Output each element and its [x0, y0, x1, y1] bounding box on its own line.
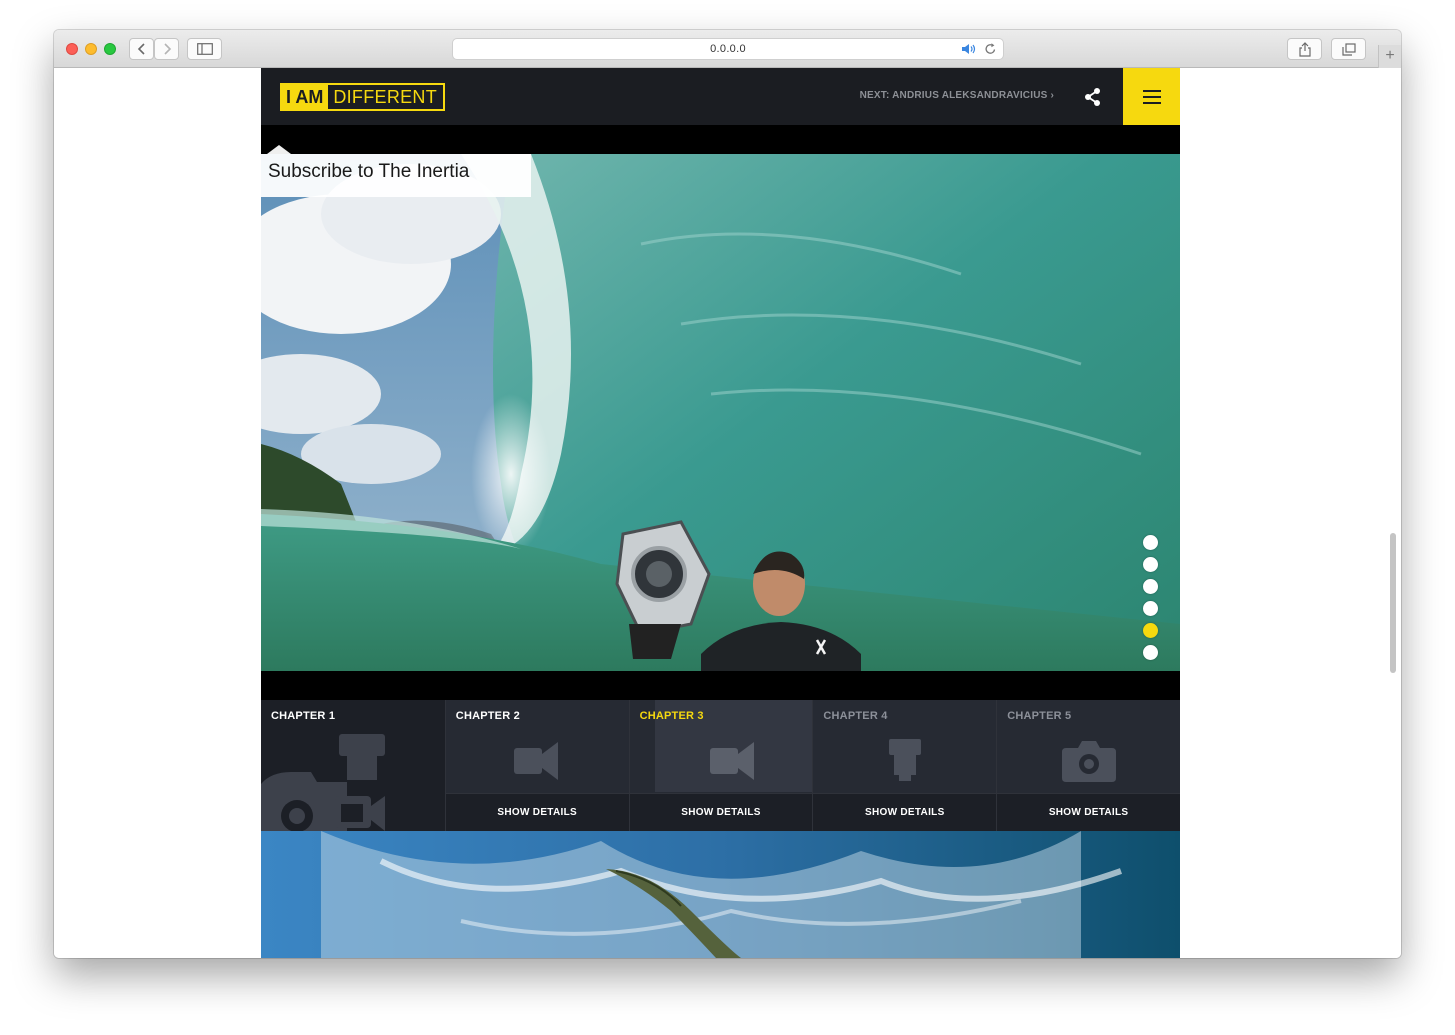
- show-details-button[interactable]: SHOW DETAILS: [445, 793, 629, 831]
- chapter-label: CHAPTER 1: [271, 710, 336, 722]
- underwater-turtle-photo: [261, 831, 1180, 958]
- hero-slideshow: Subscribe to The Inertia: [261, 154, 1180, 671]
- subscribe-notch: [267, 145, 291, 154]
- slide-dot-2[interactable]: [1143, 557, 1158, 572]
- camera-flash-video-icon: [261, 734, 385, 831]
- show-details-button[interactable]: SHOW DETAILS: [997, 793, 1180, 831]
- chevron-right-icon: [163, 43, 171, 55]
- subscribe-text: Subscribe to The Inertia: [268, 161, 470, 182]
- flash-icon: [888, 739, 921, 781]
- site-header: I AM DIFFERENT NEXT: ANDRIUS ALEKSANDRAV…: [261, 68, 1180, 125]
- web-viewport: I AM DIFFERENT NEXT: ANDRIUS ALEKSANDRAV…: [54, 68, 1401, 958]
- share-button[interactable]: [1081, 87, 1105, 107]
- slide-dot-5[interactable]: [1143, 623, 1158, 638]
- show-details-button[interactable]: SHOW DETAILS: [629, 793, 813, 831]
- chapter-label: CHAPTER 3: [639, 710, 704, 722]
- chapter-tab-3[interactable]: CHAPTER 3 SHOW DETAILS: [629, 700, 814, 831]
- plus-icon: +: [1385, 47, 1395, 64]
- url-text: 0.0.0.0: [710, 43, 746, 55]
- hamburger-icon: [1142, 89, 1161, 104]
- chapter-tab-4[interactable]: CHAPTER 4 SHOW DETAILS: [813, 700, 998, 831]
- tabs-icon: [1341, 42, 1356, 56]
- vertical-scrollbar[interactable]: [1390, 533, 1396, 673]
- forward-button[interactable]: [154, 38, 179, 60]
- next-story-link[interactable]: NEXT: ANDRIUS ALEKSANDRAVICIUS ›: [860, 90, 1054, 101]
- sidebar-icon: [196, 43, 213, 55]
- browser-toolbar: 0.0.0.0 +: [54, 30, 1401, 68]
- share-icon: [1298, 41, 1311, 57]
- logo-left-text: I AM: [282, 85, 329, 109]
- chapter-label: CHAPTER 2: [455, 710, 520, 722]
- video-camera-icon: [709, 742, 754, 780]
- share-nodes-icon: [1085, 88, 1100, 106]
- new-tab-button[interactable]: +: [1378, 45, 1401, 68]
- chevron-left-icon: [137, 43, 145, 55]
- minimize-window-button[interactable]: [85, 43, 97, 55]
- video-camera-icon: [514, 742, 559, 780]
- subscribe-banner[interactable]: Subscribe to The Inertia: [261, 154, 531, 197]
- slide-dots: [1143, 535, 1161, 667]
- slide-dot-3[interactable]: [1143, 579, 1158, 594]
- chapter-label: CHAPTER 5: [1007, 710, 1072, 722]
- slide-dot-1[interactable]: [1143, 535, 1158, 550]
- chapter-icon-wrap: [813, 730, 996, 792]
- hero-surf-photo: [261, 154, 1180, 671]
- chapter-tab-5[interactable]: CHAPTER 5 SHOW DETAILS: [997, 700, 1180, 831]
- next-section-photo: [261, 831, 1180, 958]
- chapter-nav: CHAPTER 1 CHAPTER 2 SHOW DETAILS CHAPTER…: [261, 700, 1180, 831]
- reload-icon[interactable]: [984, 42, 997, 56]
- chapter-icon-wrap: [446, 730, 629, 792]
- sidebar-toggle-button[interactable]: [187, 38, 222, 60]
- close-window-button[interactable]: [66, 43, 78, 55]
- chapter-tab-2[interactable]: CHAPTER 2 SHOW DETAILS: [445, 700, 630, 831]
- chapter-icon-wrap: [642, 730, 825, 792]
- screenshot-stage: 0.0.0.0 + I AM DIFFERENT NEXT: ANDRIUS A…: [0, 0, 1455, 1035]
- slide-dot-4[interactable]: [1143, 601, 1158, 616]
- chapter-tab-1[interactable]: CHAPTER 1: [261, 700, 446, 831]
- show-tabs-button[interactable]: [1331, 38, 1366, 60]
- back-button[interactable]: [129, 38, 154, 60]
- chapter-label: CHAPTER 4: [823, 710, 888, 722]
- share-page-button[interactable]: [1287, 38, 1322, 60]
- logo-right-text: DIFFERENT: [333, 87, 438, 107]
- address-bar[interactable]: 0.0.0.0: [452, 38, 1004, 60]
- slide-dot-6[interactable]: [1143, 645, 1158, 660]
- site-container: I AM DIFFERENT NEXT: ANDRIUS ALEKSANDRAV…: [261, 68, 1180, 958]
- maximize-window-button[interactable]: [104, 43, 116, 55]
- menu-button[interactable]: [1123, 68, 1180, 125]
- site-logo[interactable]: I AM DIFFERENT: [280, 83, 446, 111]
- chapter-icon-wrap: [997, 730, 1180, 792]
- camera-icon: [1061, 741, 1116, 782]
- show-details-button[interactable]: SHOW DETAILS: [813, 793, 997, 831]
- browser-window: 0.0.0.0 + I AM DIFFERENT NEXT: ANDRIUS A…: [54, 30, 1401, 958]
- speaker-icon[interactable]: [961, 42, 977, 56]
